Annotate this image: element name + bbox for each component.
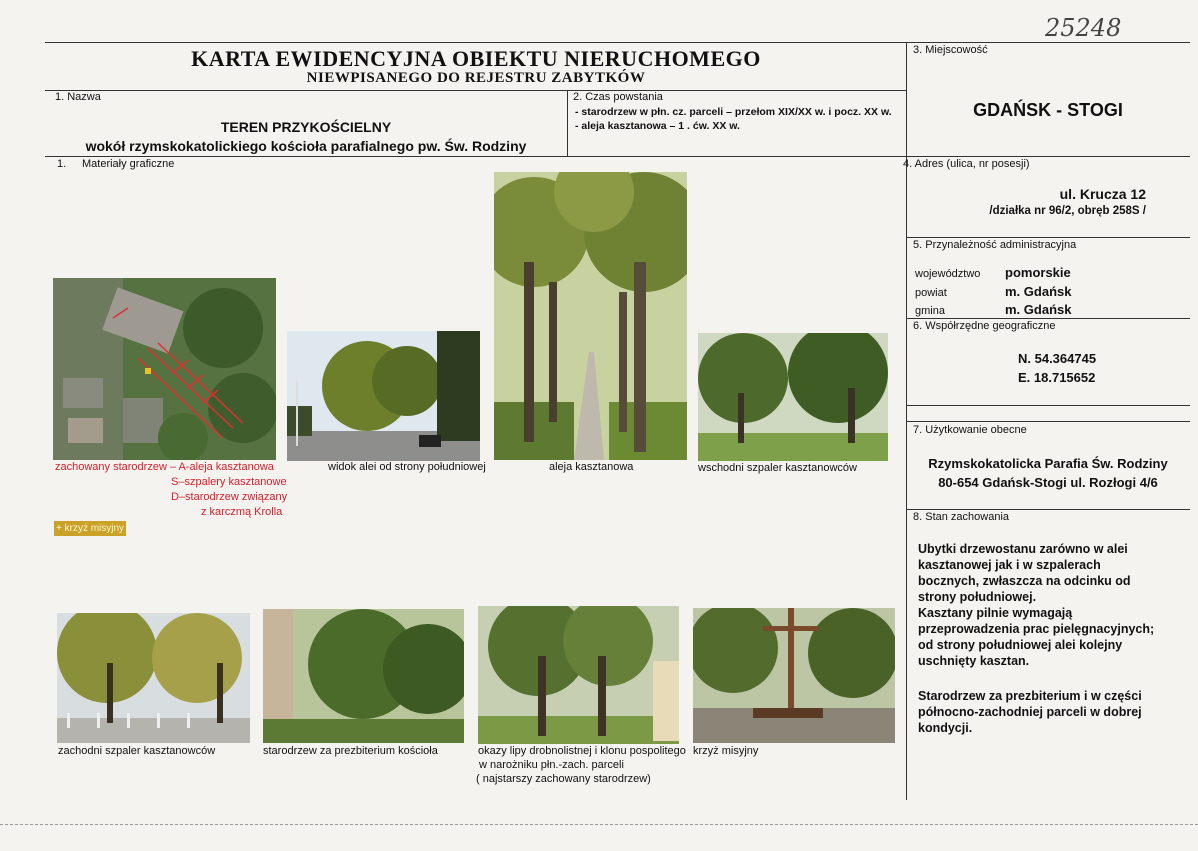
legend-line2: S–szpalery kasztanowe: [171, 476, 287, 488]
caption-south-view: widok alei od strony południowej: [328, 461, 486, 473]
aerial-map-photo: [53, 278, 276, 460]
section4-bottom-rule: [906, 237, 1190, 238]
caption-behind-presbytery: starodrzew za prezbiterium kościoła: [263, 745, 438, 757]
condition-para1: Ubytki drzewostanu zarówno w alei kaszta…: [918, 542, 1131, 604]
photo-chestnut-alley: [494, 172, 687, 460]
caption-mission-cross: krzyż misyjny: [693, 745, 759, 757]
section1-label: 1. Nazwa: [55, 91, 101, 103]
card-subtitle: NIEWPISANEGO DO REJESTRU ZABYTKÓW: [306, 70, 646, 86]
section6-label: 6. Współrzędne geograficzne: [913, 320, 1056, 332]
section8-top-rule: [906, 509, 1190, 510]
admin-key-voivodeship: województwo: [915, 268, 981, 280]
caption-chestnut-alley: aleja kasztanowa: [549, 461, 634, 473]
admin-key-county: powiat: [915, 287, 947, 299]
admin-value-voivodeship: pomorskie: [1005, 265, 1071, 280]
header-bottom-rule: [45, 90, 907, 91]
section6-bottom-rule: [906, 405, 1190, 406]
caption-lime-maple-3: ( najstarszy zachowany starodrzew): [476, 773, 651, 785]
photo-mission-cross: [693, 608, 895, 743]
condition-para2: Kasztany pilnie wymagają przeprowadzenia…: [918, 606, 1155, 668]
caption-eastern-row: wschodni szpaler kasztanowców: [698, 462, 857, 474]
caption-western-row: zachodni szpaler kasztanowców: [58, 745, 216, 757]
origin-date-1: - starodrzew w płn. cz. parceli – przeło…: [575, 106, 892, 118]
photo-eastern-row: [698, 333, 888, 461]
graphics-label-num: 1.: [57, 158, 67, 170]
admin-key-commune: gmina: [915, 305, 945, 317]
graphics-label: Materiały graficzne: [82, 158, 175, 170]
admin-value-commune: m. Gdańsk: [1005, 302, 1072, 317]
photo-behind-presbytery: [263, 609, 464, 743]
card-title: KARTA EWIDENCYJNA OBIEKTU NIERUCHOMEGO: [191, 46, 761, 71]
legend-line3: D–starodrzew związany: [171, 491, 288, 503]
section2-label: 2. Czas powstania: [573, 91, 663, 103]
section4-label: 4. Adres (ulica, nr posesji): [903, 158, 1030, 170]
coord-lat: N. 54.364745: [1018, 351, 1097, 366]
section3-label: 3. Miejscowość: [913, 44, 988, 56]
section8-label: 8. Stan zachowania: [913, 511, 1010, 523]
section5-bottom-rule: [906, 318, 1190, 319]
photo-western-row: [57, 613, 250, 743]
object-name: TEREN PRZYKOŚCIELNY: [220, 119, 392, 135]
caption-lime-maple-1: okazy lipy drobnolistnej i klonu pospoli…: [478, 745, 686, 757]
legend-line4: z karczmą Krolla: [201, 506, 283, 518]
section1-bottom-rule: [45, 156, 1190, 157]
admin-value-county: m. Gdańsk: [1005, 284, 1072, 299]
condition-para3: Starodrzew za prezbiterium i w części pó…: [918, 689, 1142, 735]
legend-cross-tag: + krzyż misyjny: [54, 521, 127, 536]
photo-lime-maple: [478, 606, 679, 744]
section7-label: 7. Użytkowanie obecne: [913, 424, 1027, 436]
current-use-address: 80-654 Gdańsk-Stogi ul. Rozłogi 4/6: [938, 475, 1158, 490]
legend-line1: zachowany starodrzew – A-aleja kasztanow…: [55, 461, 274, 473]
current-use-owner: Rzymskokatolicka Parafia Św. Rodziny: [928, 456, 1168, 471]
locality: GDAŃSK - STOGI: [973, 100, 1123, 120]
address-street: ul. Krucza 12: [1059, 186, 1146, 202]
section1-2-divider: [567, 90, 568, 156]
section5-label: 5. Przynależność administracyjna: [913, 239, 1077, 251]
inventory-number: 25248: [1045, 14, 1122, 42]
section7-top-rule: [906, 421, 1190, 422]
address-plot: /działka nr 96/2, obręb 258S /: [989, 205, 1146, 217]
bottom-dashed-rule: [0, 824, 1198, 826]
coord-lon: E. 18.715652: [1018, 370, 1096, 385]
origin-date-2: - aleja kasztanowa – 1 . ćw. XX w.: [575, 120, 740, 132]
object-name-detail: wokół rzymskokatolickiego kościoła paraf…: [85, 138, 527, 154]
caption-lime-maple-2: w narożniku płn.-zach. parceli: [479, 759, 624, 771]
top-border: [45, 42, 1190, 43]
photo-alley-south-view: [287, 331, 480, 461]
